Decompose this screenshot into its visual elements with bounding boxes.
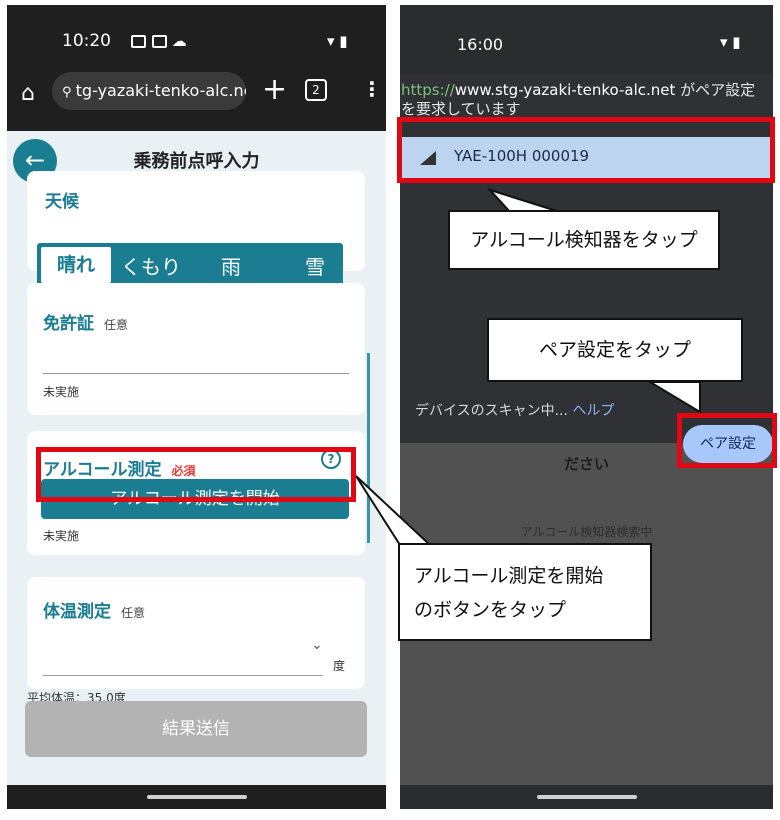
callout-tap-start: アルコール測定を開始 のボタンをタップ (398, 543, 652, 641)
start-callout-pointer (355, 475, 433, 546)
highlight-pair-button (677, 413, 777, 468)
device-callout-pointer (486, 187, 561, 213)
callout-start-line2: のボタンをタップ (414, 599, 567, 621)
callout-tap-pair: ペア設定をタップ (487, 318, 743, 382)
callout-tap-device: アルコール検知器をタップ (448, 210, 720, 270)
pair-callout-pointer (646, 381, 701, 414)
highlight-device-row (397, 117, 775, 183)
callout-start-line1: アルコール測定を開始 (414, 565, 604, 587)
highlight-start-button (36, 447, 356, 502)
